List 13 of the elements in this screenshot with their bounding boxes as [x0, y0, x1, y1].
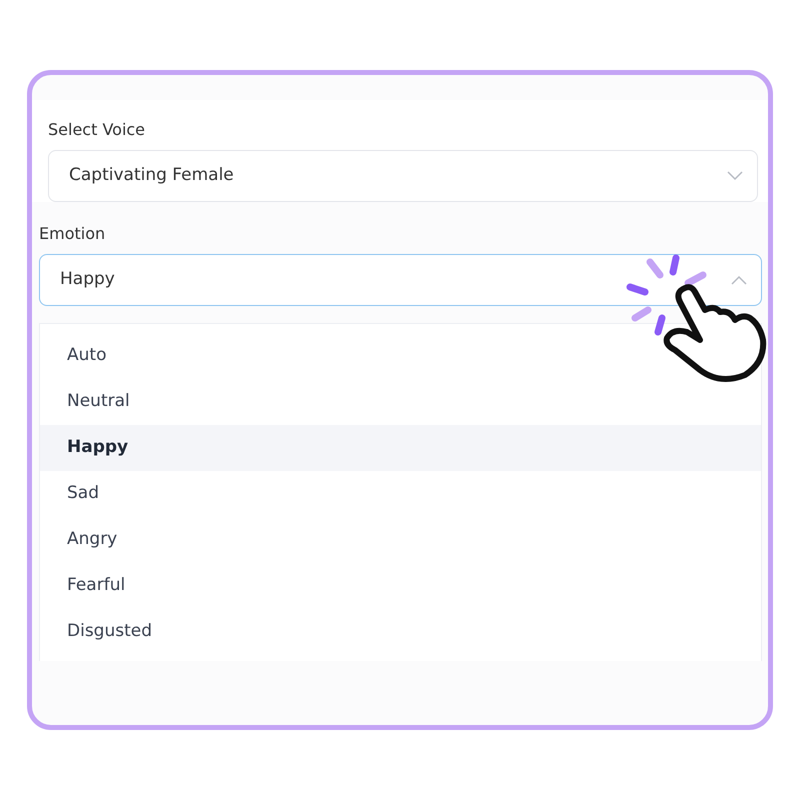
field-label: Select Voice: [48, 119, 146, 141]
chevron-down-icon: [727, 171, 743, 181]
dropdown-option[interactable]: Angry: [40, 517, 761, 563]
sparkle-icon: [626, 254, 706, 336]
field-label: Emotion: [39, 223, 106, 245]
voice-dropdown[interactable]: Captivating Female: [48, 150, 758, 202]
dropdown-option[interactable]: Sad: [40, 471, 761, 517]
dropdown-option[interactable]: Fearful: [40, 563, 761, 609]
dropdown-option[interactable]: Happy: [40, 425, 761, 471]
emotion-dropdown[interactable]: Happy: [39, 254, 762, 306]
dropdown-option[interactable]: Disgusted: [40, 609, 761, 655]
chevron-up-icon: [731, 275, 747, 285]
dropdown-option[interactable]: Neutral: [40, 379, 761, 425]
